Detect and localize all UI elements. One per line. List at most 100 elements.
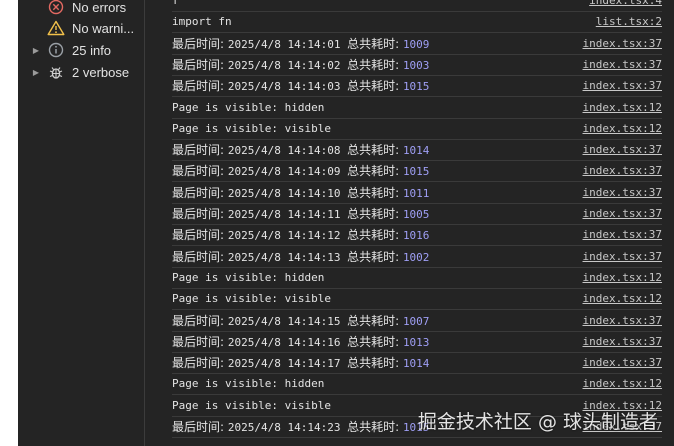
log-source-link[interactable]: index.tsx:37 [575, 207, 662, 220]
log-message: 最后时间: 2025/4/8 14:14:02 总共耗时: 1003 [172, 56, 575, 73]
log-message: 最后时间: 2025/4/8 14:14:08 总共耗时: 1014 [172, 141, 575, 158]
log-message: 最后时间: 2025/4/8 14:14:10 总共耗时: 1011 [172, 184, 575, 201]
console-log-line: 最后时间: 2025/4/8 14:14:15 总共耗时: 1007 index.… [172, 310, 662, 332]
expand-arrow-icon[interactable]: ▶ [31, 68, 41, 77]
log-source-link[interactable]: index.tsx:37 [575, 186, 662, 199]
console-log-line: 最后时间: 2025/4/8 14:14:02 总共耗时: 1003 index.… [172, 54, 662, 76]
console-log-line: 最后时间: 2025/4/8 14:14:17 总共耗时: 1014 index.… [172, 352, 662, 375]
log-message: Page is visible: hidden [172, 271, 575, 284]
log-source-link[interactable]: index.tsx:37 [575, 314, 662, 327]
log-source-link[interactable]: index.tsx:37 [575, 335, 662, 348]
log-text: 2025/4/8 14:14:17 [227, 357, 348, 371]
log-text: 2025/4/8 14:14:11 [227, 208, 348, 221]
log-suffix: 总共耗时: [347, 143, 403, 158]
console-log-line: Page is visible: visible index.tsx:12 [172, 118, 662, 140]
log-suffix: 总共耗时: [347, 356, 403, 371]
log-source-link[interactable]: list.tsx:2 [588, 15, 662, 28]
console-log-line: 最后时间: 2025/4/8 14:14:08 总共耗时: 1014 index.… [172, 139, 662, 162]
log-prefix: 最后时间: [172, 207, 228, 221]
console-log-line: Page is visible: hidden index.tsx:12 [172, 267, 662, 289]
log-prefix: 最后时间: [172, 313, 228, 328]
log-source-link[interactable]: index.tsx:12 [575, 292, 662, 305]
log-source-link[interactable]: index.tsx:12 [575, 101, 662, 114]
log-source-link[interactable]: index.tsx:37 [575, 79, 662, 92]
log-message: 最后时间: 2025/4/8 14:14:01 总共耗时: 1009 [172, 35, 575, 52]
log-suffix: 总共耗时: [347, 79, 403, 94]
log-text: Page is visible: visible [172, 121, 331, 135]
log-text: Page is visible: hidden [172, 100, 325, 114]
log-prefix: 最后时间: [172, 228, 228, 243]
log-number: 1011 [402, 186, 430, 200]
log-message: 最后时间: 2025/4/8 14:14:13 总共耗时: 1002 [172, 248, 575, 265]
console-log-area: f index.tsx:4 import fn list.tsx:2 最后时间: 202… [145, 0, 674, 446]
log-text: import fn [172, 15, 232, 29]
log-source-link[interactable]: index.tsx:12 [575, 271, 662, 284]
log-text: Page is visible: hidden [172, 270, 325, 284]
devtools-panel: No errors No warni... ▶ 25 info ▶ 2 verb… [18, 0, 674, 446]
sidebar-item-info[interactable]: ▶ 25 info [18, 39, 144, 61]
log-source-link[interactable]: index.tsx:37 [575, 58, 662, 71]
log-number: 1014 [402, 144, 430, 158]
log-message: f [172, 0, 581, 7]
log-source-link[interactable]: index.tsx:37 [575, 143, 662, 156]
log-text: 2025/4/8 14:14:23 [227, 421, 348, 434]
log-suffix: 总共耗时: [347, 164, 403, 179]
console-log-line: 最后时间: 2025/4/8 14:14:13 总共耗时: 1002 index.… [172, 246, 662, 268]
log-source-link[interactable]: index.tsx:4 [581, 0, 662, 7]
expand-arrow-icon[interactable]: ▶ [31, 46, 41, 55]
log-text: 2025/4/8 14:14:12 [227, 229, 348, 243]
log-suffix: 总共耗时: [347, 249, 403, 264]
console-log-line: 最后时间: 2025/4/8 14:14:01 总共耗时: 1009 index.… [172, 33, 662, 55]
log-message: Page is visible: visible [172, 292, 575, 305]
log-text: 2025/4/8 14:14:16 [227, 335, 348, 349]
log-message: Page is visible: hidden [172, 101, 575, 114]
log-message: 最后时间: 2025/4/8 14:14:12 总共耗时: 1016 [172, 226, 575, 243]
log-text: f [172, 0, 179, 7]
log-message: 最后时间: 2025/4/8 14:14:09 总共耗时: 1015 [172, 162, 575, 179]
log-source-link[interactable]: index.tsx:37 [575, 356, 662, 369]
log-prefix: 最后时间: [172, 249, 228, 264]
log-source-link[interactable]: index.tsx:37 [575, 164, 662, 177]
log-source-link[interactable]: index.tsx:37 [575, 228, 662, 241]
log-message: Page is visible: hidden [172, 377, 575, 390]
log-message: 最后时间: 2025/4/8 14:14:03 总共耗时: 1015 [172, 77, 575, 94]
sidebar-item-verbose[interactable]: ▶ 2 verbose [18, 61, 144, 83]
log-suffix: 总共耗时: [347, 185, 403, 200]
log-message: Page is visible: visible [172, 122, 575, 135]
log-number: 1007 [402, 314, 430, 328]
log-prefix: 最后时间: [172, 420, 228, 434]
log-text: 2025/4/8 14:14:01 [227, 37, 348, 51]
log-prefix: 最后时间: [172, 334, 228, 349]
log-text: Page is visible: hidden [172, 377, 325, 391]
log-suffix: 总共耗时: [347, 207, 403, 221]
console-log-line: 最后时间: 2025/4/8 14:14:11 总共耗时: 1005 index.… [172, 203, 662, 225]
log-number: 1015 [402, 80, 430, 94]
console-sidebar: No errors No warni... ▶ 25 info ▶ 2 verb… [18, 0, 145, 446]
log-number: 1009 [402, 37, 430, 51]
log-suffix: 总共耗时: [347, 228, 403, 243]
sidebar-item-warnings[interactable]: No warni... [18, 17, 144, 39]
log-message: 最后时间: 2025/4/8 14:14:17 总共耗时: 1014 [172, 354, 575, 371]
log-source-link[interactable]: index.tsx:37 [575, 250, 662, 263]
log-suffix: 总共耗时: [347, 36, 403, 51]
console-log-line: 最后时间: 2025/4/8 14:14:03 总共耗时: 1015 index.… [172, 75, 662, 98]
watermark-text: 掘金技术社区 @ 球头制造者 [417, 411, 658, 433]
log-message: 最后时间: 2025/4/8 14:14:16 总共耗时: 1013 [172, 333, 575, 350]
log-number: 1003 [402, 58, 430, 72]
console-log-line: f index.tsx:4 [172, 0, 662, 12]
console-log-line: 最后时间: 2025/4/8 14:14:12 总共耗时: 1016 index.… [172, 224, 662, 247]
log-source-link[interactable]: index.tsx:12 [575, 122, 662, 135]
sidebar-item-label: 25 info [72, 42, 112, 58]
log-text: Page is visible: visible [172, 292, 331, 306]
log-source-link[interactable]: index.tsx:12 [575, 377, 662, 390]
console-log-line: 最后时间: 2025/4/8 14:14:10 总共耗时: 1011 index.… [172, 182, 662, 204]
error-icon [47, 0, 65, 16]
log-prefix: 最后时间: [172, 356, 228, 371]
log-prefix: 最后时间: [172, 79, 228, 94]
log-number: 1015 [402, 165, 430, 179]
log-text: 2025/4/8 14:14:13 [227, 250, 348, 264]
bug-icon [47, 63, 65, 81]
sidebar-item-errors[interactable]: No errors [18, 0, 144, 18]
log-source-link[interactable]: index.tsx:37 [575, 37, 662, 50]
log-message: import fn [172, 15, 588, 28]
